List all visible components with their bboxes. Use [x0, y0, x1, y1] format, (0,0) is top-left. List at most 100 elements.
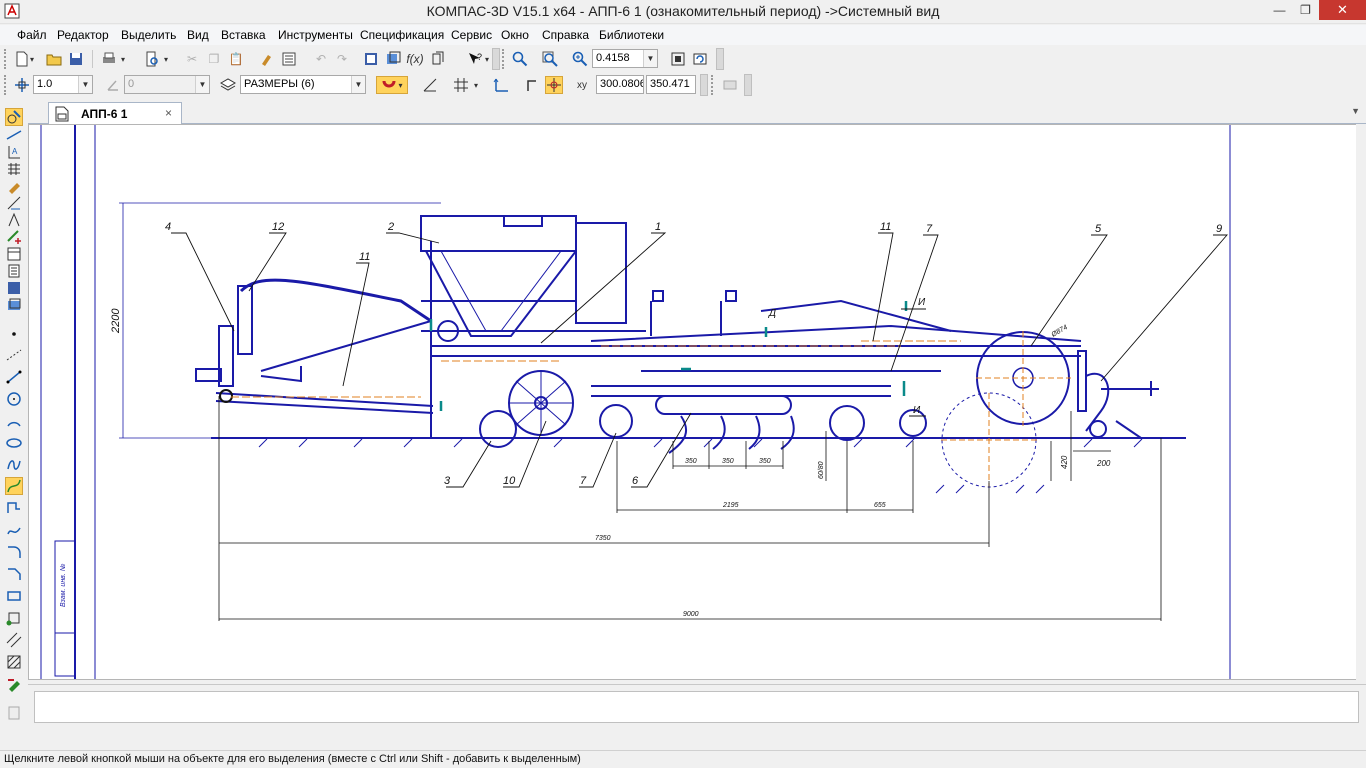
undo-icon[interactable]: ↶	[312, 50, 330, 68]
point-icon[interactable]	[5, 325, 23, 343]
close-tab-icon[interactable]: ×	[165, 106, 172, 120]
chevron-down-icon[interactable]: ▼	[195, 76, 209, 93]
equidistant-icon[interactable]	[5, 631, 23, 649]
preview-icon[interactable]	[143, 50, 161, 68]
cursor-step-icon[interactable]	[13, 76, 31, 94]
collection-icon[interactable]	[5, 675, 23, 693]
arc-icon[interactable]	[5, 412, 23, 430]
rectangle-icon[interactable]	[5, 587, 23, 605]
properties-icon[interactable]	[280, 50, 298, 68]
new-dropdown-chevron-icon[interactable]: ▾	[27, 50, 37, 68]
toolbar-end-handle[interactable]	[744, 74, 752, 96]
layer-state-icon[interactable]	[219, 76, 237, 94]
nurbs-icon[interactable]	[5, 521, 23, 539]
chevron-down-icon[interactable]: ▼	[643, 50, 657, 67]
command-input-area[interactable]	[34, 691, 1359, 723]
minimize-button[interactable]: —	[1266, 0, 1293, 20]
toolbar-grip[interactable]	[4, 75, 8, 95]
reports-tool-icon[interactable]	[5, 245, 23, 263]
grid-dropdown-chevron-icon[interactable]: ▾	[471, 76, 481, 94]
paste-icon[interactable]: 📋	[227, 50, 245, 68]
help-dropdown-chevron-icon[interactable]: ▾	[482, 50, 492, 68]
print-dropdown-chevron-icon[interactable]: ▾	[118, 50, 128, 68]
menu-select[interactable]: Выделить	[121, 28, 176, 42]
zoom-scale-combo[interactable]: 0.4158 ▼	[592, 49, 658, 68]
snap-magnet-icon[interactable]: ▾	[376, 76, 408, 94]
menu-libraries[interactable]: Библиотеки	[599, 28, 664, 42]
copy-icon[interactable]: ❐	[205, 50, 223, 68]
close-button[interactable]: ✕	[1319, 0, 1366, 20]
fillet-icon[interactable]	[5, 543, 23, 561]
dimensions-tool-icon[interactable]	[5, 126, 23, 144]
open-folder-icon[interactable]	[45, 50, 63, 68]
spec-tool-icon[interactable]	[5, 228, 23, 246]
menu-service[interactable]: Сервис	[451, 28, 492, 42]
round-coords-icon[interactable]	[545, 76, 563, 94]
zoom-all-icon[interactable]	[541, 50, 559, 68]
ortho-mode-icon[interactable]	[523, 76, 541, 94]
vertical-scrollbar[interactable]	[1356, 124, 1366, 680]
preview-dropdown-chevron-icon[interactable]: ▾	[161, 50, 171, 68]
polyline-icon[interactable]	[5, 499, 23, 517]
chamfer-icon[interactable]	[5, 565, 23, 583]
fragment-tool-icon[interactable]	[5, 279, 23, 297]
menu-window[interactable]: Окно	[501, 28, 529, 42]
toolbar-end-handle[interactable]	[492, 48, 500, 70]
zoom-window-icon[interactable]	[511, 50, 529, 68]
refresh-image-icon[interactable]	[691, 50, 709, 68]
menu-insert[interactable]: Вставка	[221, 28, 266, 42]
auxiliary-line-icon[interactable]	[5, 346, 23, 364]
library-manager-icon[interactable]	[384, 50, 402, 68]
parameterization-tool-icon[interactable]	[5, 177, 23, 195]
document-tab[interactable]: АПП-6 1 ×	[48, 102, 182, 124]
ellipse-icon[interactable]	[5, 434, 23, 452]
macro-icon[interactable]	[5, 704, 23, 722]
cursor-x-field[interactable]: 300.0806	[596, 75, 644, 94]
menu-tools[interactable]: Инструменты	[278, 28, 353, 42]
toolbar-grip[interactable]	[711, 75, 715, 95]
parameter-icon[interactable]	[721, 76, 739, 94]
save-icon[interactable]	[67, 50, 85, 68]
hatching-icon[interactable]	[5, 653, 23, 671]
designations-tool-icon[interactable]: A	[5, 143, 23, 161]
menu-view[interactable]: Вид	[187, 28, 209, 42]
menu-specification[interactable]: Спецификация	[360, 28, 444, 42]
cut-icon[interactable]: ✂	[183, 50, 201, 68]
menu-editor[interactable]: Редактор	[57, 28, 109, 42]
print-icon[interactable]	[100, 50, 118, 68]
toolbar-end-handle[interactable]	[700, 74, 708, 96]
menu-file[interactable]: Файл	[17, 28, 47, 42]
angle-step-icon[interactable]	[104, 76, 122, 94]
restore-button[interactable]: ❐	[1292, 0, 1319, 20]
redo-icon[interactable]: ↷	[333, 50, 351, 68]
cursor-step-combo[interactable]: 1.0 ▼	[33, 75, 93, 94]
view-tool-icon[interactable]	[5, 296, 23, 314]
toolbar-grip[interactable]	[4, 49, 8, 69]
spline-icon[interactable]	[5, 456, 23, 474]
insert-tool-icon[interactable]	[5, 262, 23, 280]
zoom-in-icon[interactable]	[571, 50, 589, 68]
orthogonal-icon[interactable]	[421, 76, 439, 94]
manager-icon[interactable]	[362, 50, 380, 68]
local-cs-icon[interactable]	[492, 76, 510, 94]
measure-tool-icon[interactable]	[5, 194, 23, 212]
grid-icon[interactable]	[452, 76, 470, 94]
toolbar-end-handle[interactable]	[716, 48, 724, 70]
menu-help[interactable]: Справка	[542, 28, 589, 42]
chevron-down-icon[interactable]: ▼	[78, 76, 92, 93]
drawing-canvas[interactable]: Взам. инв. № 2200 4 12 11 2 1 11 7 5 9 3…	[28, 124, 1366, 680]
tab-list-chevron-down-icon[interactable]: ▼	[1351, 106, 1360, 116]
spec-icon[interactable]	[429, 50, 447, 68]
cursor-y-field[interactable]: 350.471	[646, 75, 696, 94]
show-all-icon[interactable]	[669, 50, 687, 68]
geometry-tool-icon[interactable]	[5, 108, 23, 126]
toolbar-grip[interactable]	[502, 49, 506, 69]
angle-step-combo[interactable]: 0 ▼	[124, 75, 210, 94]
layer-combo[interactable]: РАЗМЕРЫ (6) ▼	[240, 75, 366, 94]
variables-fx-icon[interactable]: f(x)	[406, 50, 424, 68]
chevron-down-icon[interactable]: ▼	[351, 76, 365, 93]
segment-icon[interactable]	[5, 368, 23, 386]
edit-tool-icon[interactable]	[5, 160, 23, 178]
contour-icon[interactable]	[5, 609, 23, 627]
select-tool-icon[interactable]	[5, 211, 23, 229]
